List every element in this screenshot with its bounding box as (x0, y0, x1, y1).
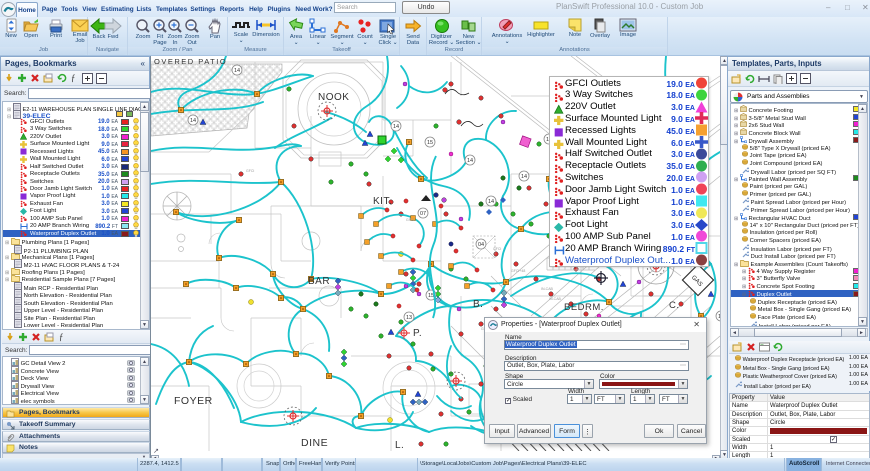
svg-text:14: 14 (467, 158, 473, 164)
svg-text:14: 14 (393, 124, 399, 130)
svg-text:GFCI+48: GFCI+48 (511, 269, 525, 273)
svg-text:GFCI: GFCI (406, 218, 414, 222)
svg-text:15: 15 (428, 293, 434, 299)
svg-text:14: 14 (488, 199, 494, 205)
svg-text:07: 07 (420, 211, 426, 217)
svg-text:L.: L. (395, 440, 404, 451)
svg-text:14: 14 (521, 174, 527, 180)
svg-text:04: 04 (478, 242, 484, 248)
svg-text:FOYER: FOYER (174, 395, 213, 407)
svg-text:GFCI: GFCI (493, 247, 501, 251)
svg-text:BAR: BAR (308, 276, 330, 287)
svg-text:B.: B. (473, 299, 483, 310)
svg-text:NOOK: NOOK (318, 92, 349, 103)
svg-text:P.: P. (413, 328, 422, 339)
svg-text:DINE: DINE (301, 437, 328, 449)
svg-text:ƒ: ƒ (59, 332, 64, 342)
svg-text:OVERED PATIO: OVERED PATIO (154, 57, 227, 66)
svg-text:BEDRM.: BEDRM. (564, 302, 604, 313)
svg-text:IN-CAB: IN-CAB (549, 297, 562, 301)
svg-text:ƒ: ƒ (71, 73, 76, 83)
svg-text:GFCI: GFCI (246, 169, 254, 173)
svg-text:C.: C. (669, 300, 680, 311)
svg-text:14: 14 (190, 118, 196, 124)
svg-text:KIT.: KIT. (373, 196, 392, 207)
svg-text:14: 14 (234, 68, 240, 74)
svg-text:IN-CAB: IN-CAB (541, 287, 554, 291)
svg-text:13: 13 (406, 315, 412, 321)
svg-text:15: 15 (427, 140, 433, 146)
